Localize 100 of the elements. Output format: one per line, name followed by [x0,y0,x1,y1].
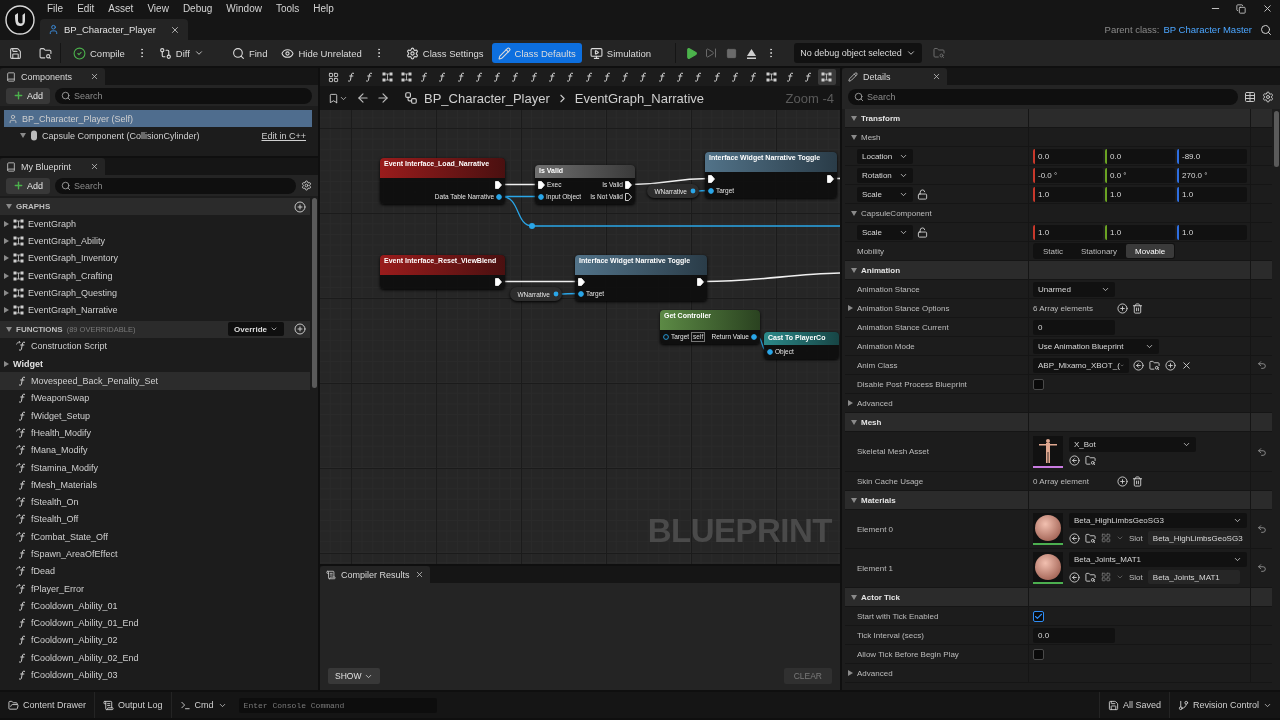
function-item[interactable]: fCooldown_Ability_01_End [0,614,310,632]
data-pin[interactable] [690,188,696,194]
expand-arrow-icon[interactable] [4,272,9,279]
menu-item[interactable]: Help [306,3,341,14]
close-icon[interactable] [90,162,99,171]
function-item[interactable]: fStealth_On [0,493,310,511]
data-pin[interactable] [663,333,669,340]
function-item[interactable]: fMana_Modify [0,441,310,459]
search-field[interactable]: Search [55,87,312,104]
panel-tab[interactable]: My Blueprint [0,158,105,175]
collapse-arrow-icon[interactable] [851,210,857,216]
forward-icon[interactable] [376,91,390,105]
close-icon[interactable] [932,72,941,81]
panel-tab[interactable]: Compiler Results [320,566,430,583]
function-item[interactable]: fStamina_Modify [0,458,310,477]
function-item[interactable]: Construction Script [0,337,310,356]
number-field[interactable]: -89.0 [1177,148,1247,164]
expand-arrow-icon[interactable] [4,289,9,296]
segment-option[interactable]: Stationary [1072,244,1127,258]
add-icon[interactable] [1165,359,1176,371]
number-field[interactable]: 270.0 ° [1177,167,1247,183]
function-item[interactable]: fPlayer_Error [0,579,310,598]
menu-item[interactable]: Tools [268,3,307,14]
add-button[interactable]: Add [6,177,50,194]
menu-item[interactable]: View [140,3,176,14]
panel-tab[interactable]: Components [0,68,105,85]
browse-icon[interactable] [1085,571,1096,583]
exec-pin[interactable] [697,277,704,286]
unlock-icon[interactable] [917,226,928,238]
all-saved-button[interactable]: All Saved [1099,692,1169,718]
use-selected-icon[interactable] [1069,532,1080,544]
exec-pin[interactable] [495,277,502,286]
graph-item[interactable]: EventGraph_Questing [0,284,310,302]
console-input[interactable]: Enter Console Command [238,697,437,713]
expand-arrow-icon[interactable] [848,400,853,406]
output-log-button[interactable]: Output Log [95,692,171,718]
collapse-arrow-icon[interactable] [851,419,857,425]
number-field[interactable]: 0.0 [1105,148,1175,164]
number-field[interactable]: 1.0 [1033,186,1103,202]
add-element-icon[interactable] [1117,475,1128,487]
exec-pin[interactable] [708,174,715,183]
debug-object-dropdown[interactable]: No debug object selected [794,43,922,63]
input-field[interactable]: 0 [1033,319,1115,335]
function-item[interactable]: fDead [0,562,310,580]
data-pin[interactable] [553,291,559,297]
segmented-control[interactable]: Static Stationary Movable [1033,243,1176,259]
number-field[interactable]: 0.0 ° [1105,167,1175,183]
back-icon[interactable] [356,91,370,105]
transform-dropdown[interactable]: Rotation [857,167,913,183]
add-graph-icon[interactable] [294,200,306,213]
function-item[interactable]: fHealth_Modify [0,424,310,442]
data-pin[interactable] [708,187,714,194]
exec-pin[interactable] [495,180,502,189]
dropdown[interactable]: Unarmed [1033,281,1115,297]
function-item[interactable]: fCooldown_Ability_02_End [0,649,310,667]
browse-icon[interactable] [1085,532,1096,544]
expand-arrow-icon[interactable] [848,670,853,676]
category-item[interactable]: Widget [0,355,310,373]
expand-arrow-icon[interactable] [4,307,9,314]
number-field[interactable]: 1.0 [1177,224,1247,240]
menu-item[interactable]: Window [219,3,269,14]
exec-pin[interactable] [538,180,545,189]
settings-icon[interactable] [1262,91,1274,103]
data-pin[interactable] [496,193,502,200]
exec-pin[interactable] [578,277,585,286]
graph-item[interactable]: EventGraph_Ability [0,232,310,250]
graph-canvas[interactable] [320,110,840,564]
segment-option[interactable]: Movable [1126,244,1175,258]
data-pin[interactable] [767,348,773,355]
toolbar-button[interactable]: Diff [152,43,210,63]
add-element-icon[interactable] [1117,302,1128,314]
grid-icon[interactable] [1101,572,1111,582]
checkbox[interactable] [1033,610,1044,622]
reset-icon[interactable] [1256,446,1267,457]
function-item[interactable]: fWeaponSwap [0,389,310,407]
close-icon[interactable] [170,24,180,35]
number-field[interactable]: 0.0 [1033,148,1103,164]
table-icon[interactable] [1244,91,1256,103]
parent-class-link[interactable]: BP Character Master [1163,24,1252,35]
checkbox[interactable] [1033,378,1044,390]
reset-icon[interactable] [1256,563,1267,573]
component-item[interactable]: Capsule Component (CollisionCylinder) Edit in C++ [4,127,312,144]
material-dropdown[interactable]: Beta_Joints_MAT1 [1069,552,1247,567]
exec-pin[interactable] [625,192,632,201]
edit-in-cpp-link[interactable]: Edit in C++ [261,130,306,141]
override-dropdown[interactable]: Override [228,322,284,337]
function-item[interactable]: fCooldown_Ability_03 [0,666,310,684]
caret-icon[interactable] [1116,573,1124,581]
search-field[interactable]: Search [55,177,296,194]
search-icon[interactable] [1260,23,1272,36]
toolbar-button[interactable]: Class Defaults [491,43,582,63]
reset-icon[interactable] [1256,524,1267,534]
function-item[interactable]: Movespeed_Back_Penality_Set [0,372,310,390]
number-field[interactable]: 1.0 [1105,224,1175,240]
class-dropdown[interactable]: ABP_Mixamo_XBOT_( [1033,357,1129,373]
use-selected-icon[interactable] [1133,359,1144,371]
function-item[interactable]: fCooldown_Ability_01 [0,597,310,615]
clear-icon[interactable] [1181,359,1192,371]
transform-dropdown[interactable]: Scale [857,186,913,202]
collapse-arrow-icon[interactable] [851,497,857,503]
